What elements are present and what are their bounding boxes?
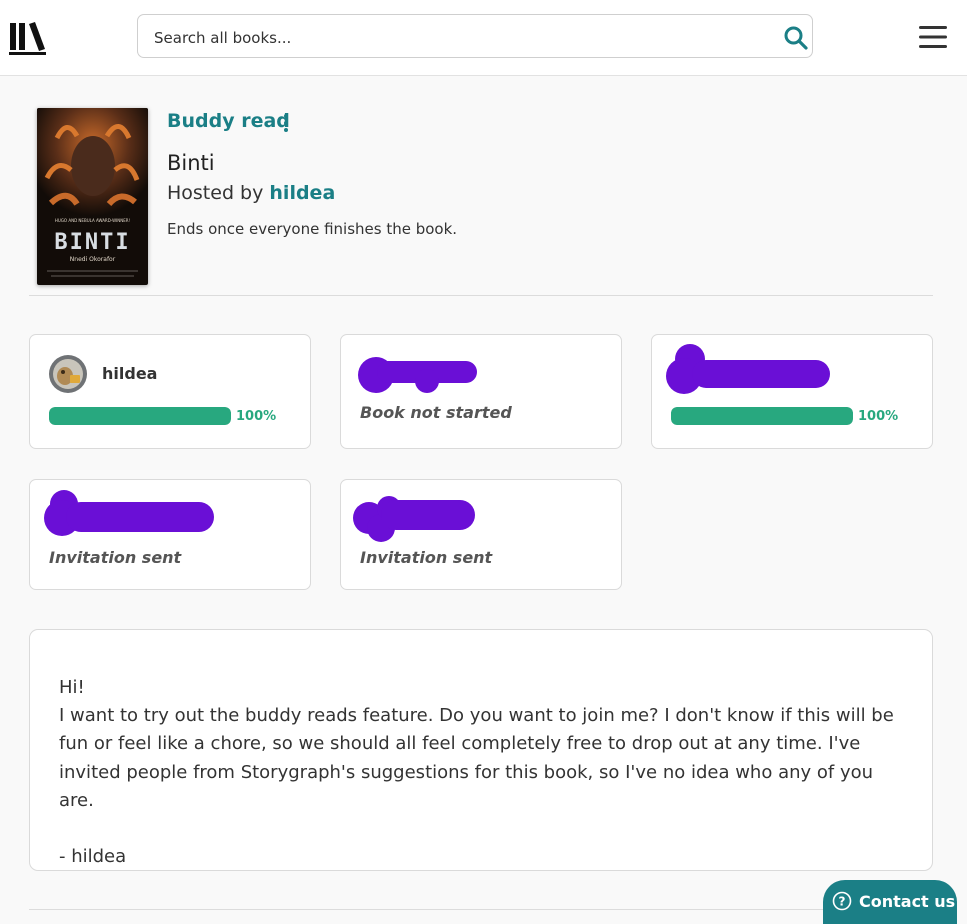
cover-title: BINTI bbox=[54, 230, 130, 255]
end-condition: Ends once everyone finishes the book. bbox=[167, 220, 458, 238]
redacted-participant-name bbox=[666, 344, 830, 394]
redacted-participant-name bbox=[353, 496, 475, 542]
help-circle-icon: ? bbox=[832, 891, 852, 911]
participant-status: Book not started bbox=[360, 403, 512, 422]
avatar bbox=[49, 355, 87, 393]
svg-text:?: ? bbox=[839, 895, 846, 909]
host-link[interactable]: hildea bbox=[269, 182, 335, 204]
search-icon[interactable] bbox=[783, 25, 809, 51]
divider bbox=[29, 909, 933, 910]
redacted-participant-name bbox=[44, 490, 214, 536]
participant-card[interactable]: hildea 100% bbox=[29, 334, 311, 449]
hosted-by-prefix: Hosted by bbox=[167, 182, 270, 204]
divider bbox=[29, 295, 933, 296]
redacted-participant-name bbox=[358, 357, 477, 393]
participant-status: Invitation sent bbox=[49, 548, 182, 567]
cover-author: Nnedi Okorafor bbox=[70, 256, 116, 263]
search-input[interactable] bbox=[152, 25, 776, 51]
progress-bar-fill bbox=[671, 407, 853, 425]
hosted-by: Hosted by hildea bbox=[167, 182, 335, 204]
hamburger-menu-icon[interactable] bbox=[918, 23, 948, 51]
progress-percent: 100% bbox=[858, 409, 899, 424]
progress-bar bbox=[671, 407, 853, 425]
cover-award-line: HUGO AND NEBULA AWARD-WINNER! bbox=[55, 218, 130, 223]
bookshelf-logo-icon[interactable] bbox=[9, 20, 47, 56]
top-nav bbox=[0, 0, 967, 76]
host-message-card: Hi! I want to try out the buddy reads fe… bbox=[29, 629, 933, 871]
participant-status: Invitation sent bbox=[360, 548, 493, 567]
participant-name[interactable]: hildea bbox=[102, 364, 157, 383]
contact-us-label: Contact us bbox=[859, 892, 956, 911]
book-cover[interactable]: HUGO AND NEBULA AWARD-WINNER! BINTI Nned… bbox=[37, 108, 148, 285]
contact-us-button[interactable]: ? Contact us bbox=[823, 880, 957, 924]
participant-card[interactable]: Invitation sent bbox=[340, 479, 622, 590]
progress-bar-fill bbox=[49, 407, 231, 425]
participant-card[interactable]: 100% bbox=[651, 334, 933, 449]
book-title[interactable]: Binti bbox=[167, 151, 215, 175]
buddy-read-label[interactable]: Buddy read bbox=[167, 110, 290, 132]
book-cover-art: HUGO AND NEBULA AWARD-WINNER! BINTI Nned… bbox=[37, 108, 148, 285]
participant-card[interactable]: Book not started bbox=[340, 334, 622, 449]
search-box bbox=[137, 14, 813, 58]
progress-percent: 100% bbox=[236, 409, 277, 424]
progress-bar bbox=[49, 407, 231, 425]
host-message-text: Hi! I want to try out the buddy reads fe… bbox=[59, 677, 894, 868]
kebab-menu-icon[interactable] bbox=[282, 113, 290, 133]
participant-card[interactable]: Invitation sent bbox=[29, 479, 311, 590]
